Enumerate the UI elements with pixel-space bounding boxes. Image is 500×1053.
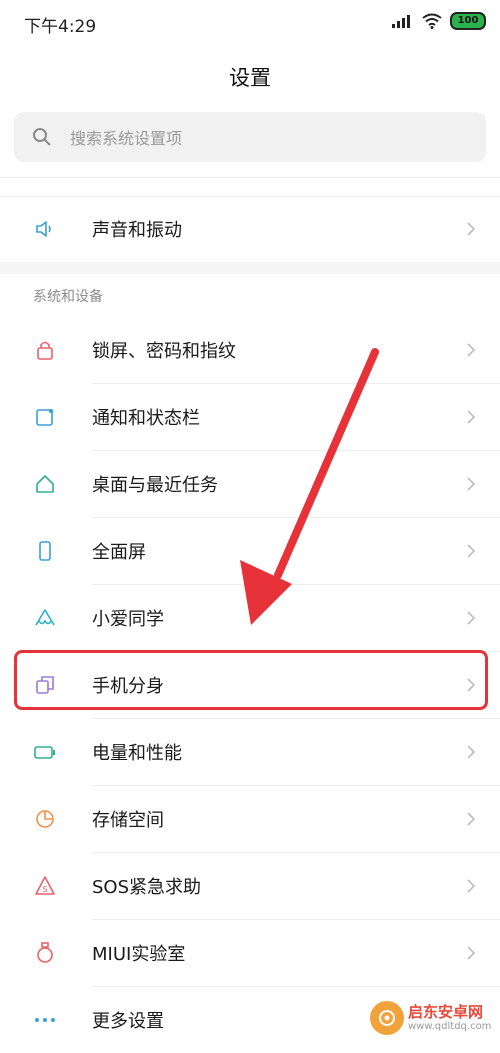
watermark: 启东安卓网 www.qdltdq.com	[370, 1000, 496, 1036]
annotation-arrow	[240, 348, 379, 625]
watermark-url: www.qdltdq.com	[408, 1020, 492, 1032]
watermark-logo	[370, 1001, 404, 1035]
watermark-name: 启东安卓网	[408, 1003, 484, 1022]
